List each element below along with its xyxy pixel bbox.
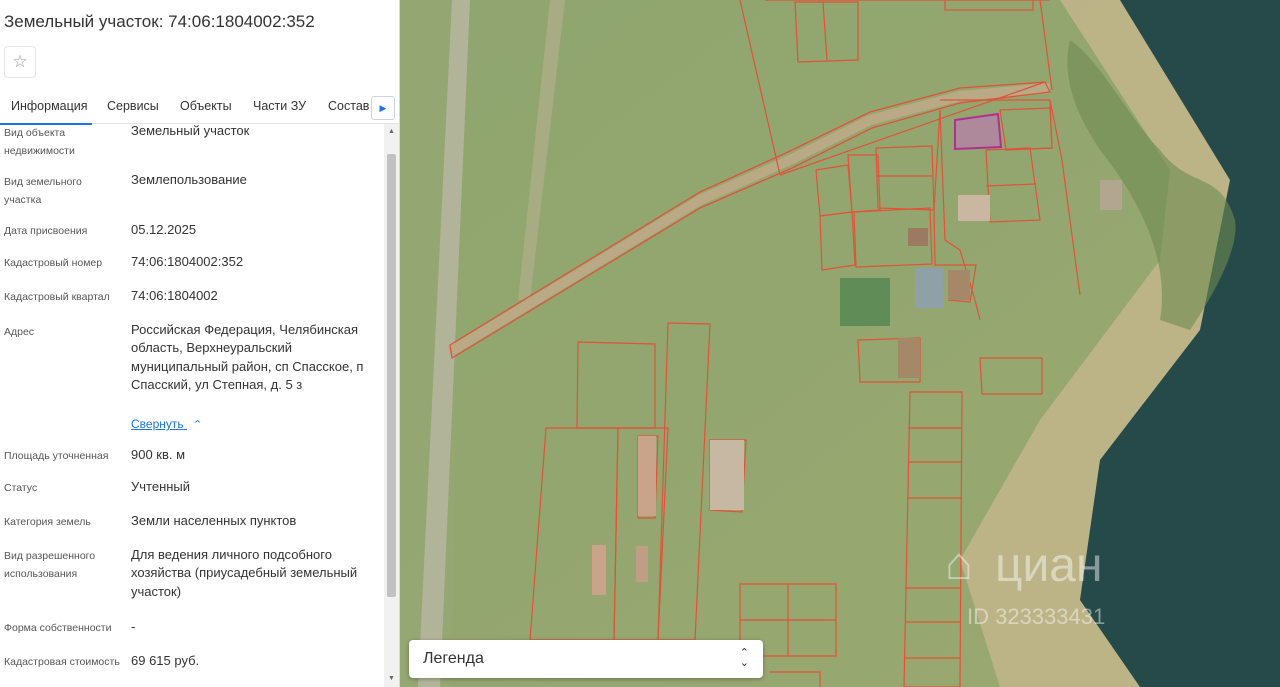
collapse-address-link[interactable]: Свернуть ⌃ <box>131 417 202 431</box>
field-value-parcel-type: Землепользование <box>131 172 247 187</box>
tab-parcel-parts[interactable]: Части ЗУ <box>253 92 306 123</box>
page-title: Земельный участок: 74:06:1804002:352 <box>4 12 315 31</box>
watermark-brand: циан <box>995 539 1103 592</box>
legend-label: Легенда <box>423 650 484 667</box>
field-label-assigned-date: Дата присвоения <box>4 225 88 237</box>
field-label-cadastral-value: Кадастровая стоимость <box>4 656 120 668</box>
field-label-cadastral-number: Кадастровый номер <box>4 257 103 269</box>
field-label-object-type: Вид объекта недвижимости <box>4 127 75 157</box>
panel-scrollbar[interactable]: ▲ ▼ <box>384 124 399 687</box>
field-label-cadastral-quarter: Кадастровый квартал <box>4 291 110 303</box>
field-value-assigned-date: 05.12.2025 <box>131 222 197 237</box>
tab-services[interactable]: Сервисы <box>107 92 159 123</box>
legend-bar[interactable]: Легенда ⌃ ⌄ <box>409 640 763 678</box>
selected-parcel[interactable] <box>954 112 1003 151</box>
chevron-up-down-icon[interactable]: ⌃ ⌄ <box>740 648 749 669</box>
info-fields: Вид объекта недвижимости Земельный участ… <box>0 124 384 687</box>
field-value-cadastral-number: 74:06:1804002:352 <box>131 254 244 269</box>
favorite-button[interactable]: ☆ <box>4 46 36 78</box>
tab-information[interactable]: Информация <box>0 92 92 125</box>
tab-objects[interactable]: Объекты <box>180 92 232 123</box>
field-label-area: Площадь уточненная <box>4 450 109 462</box>
scroll-up-arrow-icon[interactable]: ▲ <box>384 124 399 140</box>
field-label-ownership: Форма собственности <box>4 622 112 634</box>
chevron-up-icon: ⌃ <box>192 419 203 431</box>
tabs-next-button[interactable]: ▶ <box>371 96 395 120</box>
star-icon: ☆ <box>12 52 28 71</box>
field-value-land-category: Земли населенных пунктов <box>131 513 297 528</box>
scroll-down-arrow-icon[interactable]: ▼ <box>384 671 399 687</box>
field-value-address: Российская Федерация, Челябинская област… <box>131 322 364 392</box>
tab-bar: Информация Сервисы Объекты Части ЗУ Сост… <box>0 92 400 125</box>
info-panel: Земельный участок: 74:06:1804002:352 ☆ И… <box>0 0 400 687</box>
field-label-address: Адрес <box>4 326 35 338</box>
field-value-area: 900 кв. м <box>131 447 186 462</box>
field-value-cadastral-value: 69 615 руб. <box>131 653 200 668</box>
cian-logo-icon: ⌂ <box>945 537 973 589</box>
field-value-object-type: Земельный участок <box>131 124 250 138</box>
field-label-land-category: Категория земель <box>4 516 91 528</box>
tab-composition[interactable]: Состав <box>328 92 369 123</box>
map-canvas <box>400 0 1280 687</box>
satellite-map[interactable] <box>400 0 1280 687</box>
field-label-status: Статус <box>4 482 38 494</box>
field-value-status: Учтенный <box>131 479 191 494</box>
field-value-permitted-use: Для ведения личного подсобного хозяйства… <box>131 547 358 599</box>
caret-right-icon: ▶ <box>379 103 387 113</box>
watermark-id: ID 323333431 <box>967 604 1106 629</box>
field-value-ownership: - <box>131 619 136 634</box>
field-label-permitted-use: Вид разрешенного использования <box>4 550 96 580</box>
scrollbar-thumb[interactable] <box>387 154 396 597</box>
field-label-parcel-type: Вид земельного участка <box>4 176 82 206</box>
field-value-cadastral-quarter: 74:06:1804002 <box>131 288 218 303</box>
